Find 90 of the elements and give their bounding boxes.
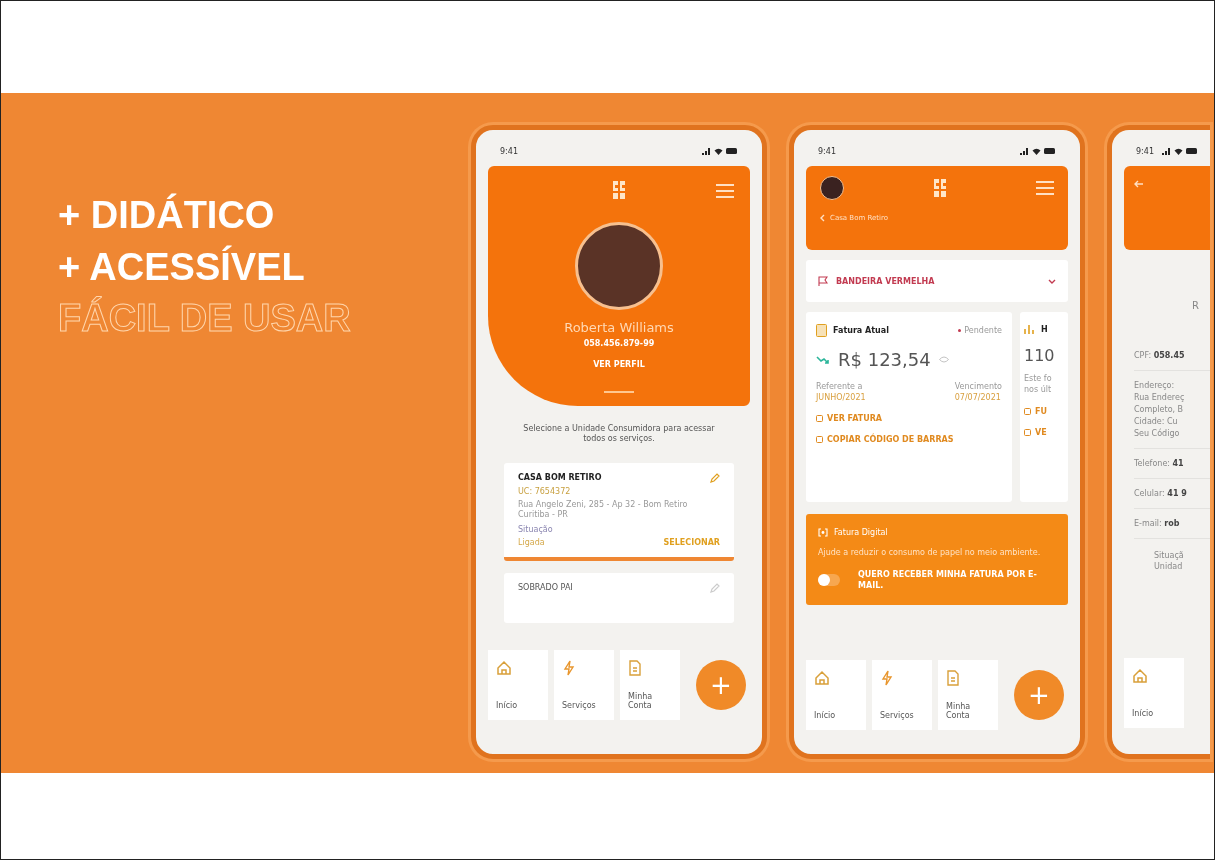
wifi-icon [1032,147,1041,155]
nav-tab[interactable]: Minha Conta [938,660,998,730]
logo-icon [933,178,947,198]
card-link[interactable]: COPIAR CÓDIGO DE BARRAS [816,435,954,444]
field-text: Telefone: 41 [1134,459,1185,468]
field-text: Rua Endereç [1134,393,1186,402]
date-label: Vencimento [954,382,1002,391]
menu-icon [716,184,734,198]
panel-text: Ajude a reduzir o consumo de papel no meio ambiente. [818,547,1042,559]
lightning-bolt-icon [880,670,894,686]
date-value: JUNHO/2021 [816,393,866,402]
card-link[interactable]: VE [1024,428,1047,438]
card-title: Fatura Atual [833,326,889,335]
field-text: Completo, B [1134,405,1185,414]
card-link[interactable]: FU [1024,407,1047,417]
flag-icon [818,276,828,286]
headline-text: + DIDÁTICO [58,193,275,238]
note-text: Unidad [1154,562,1184,571]
card-link[interactable]: VER FATURA [816,414,883,423]
document-icon [628,660,642,676]
status-value: Ligada [518,537,545,547]
chevron-down-icon [1048,278,1056,284]
unit-card[interactable]: SOBRADO PAI [504,572,734,623]
field-text: Seu Código [1134,429,1181,438]
date-label: Referente a [816,382,864,391]
unit-address: Rua Angelo Zeni, 285 - Ap 32 - Bom Retiro Curitiba - PR [518,499,689,521]
note-text: Situaçã [1154,551,1185,560]
status-time: 9:41 [818,146,836,156]
battery-icon [726,148,738,154]
logo-icon [612,180,626,200]
instruction-text: Selecione a Unidade Consumidora para acessar todos os serviços. [522,424,716,445]
battery-icon [1186,148,1198,154]
headline-text: FÁCIL DE USAR [58,296,351,342]
document-icon [946,670,960,686]
status-badge: Pendente [958,326,1002,335]
user-document: 058.456.879-99 [583,339,655,348]
alert-bar[interactable]: BANDEIRA VERMELHA [806,260,1068,302]
signal-icon [1020,147,1029,155]
toggle-label: QUERO RECEBER MINHA FATURA POR E-MAIL. [858,568,1038,591]
avatar-placeholder [820,176,844,200]
menu-icon [1036,181,1054,195]
amount-value: 110 [1024,346,1055,365]
status-label: Situação [518,524,554,534]
trend-down-icon [816,354,830,365]
card-title: H [1041,324,1048,334]
unit-code: UC: 7654372 [518,486,572,496]
eye-icon[interactable] [938,356,949,363]
nav-tab[interactable]: Minha Conta [620,650,680,720]
toggle-switch[interactable] [818,573,840,586]
alert-label: BANDEIRA VERMELHA [836,276,936,286]
chevron-left-icon [820,214,825,222]
field-text: E-mail: rob [1134,519,1181,528]
wifi-icon [1174,147,1183,155]
nav-tab[interactable]: Início [488,650,548,720]
home-icon [496,660,512,676]
pencil-icon[interactable] [710,582,720,593]
unit-card[interactable]: CASA BOM RETIRO UC: 7654372 Rua Angelo Zeni, 285 - Ap 32 - Bom Retiro Curitiba - PR Situação Ligada SELECIONAR [504,462,734,561]
field-text: Celular: 41 9 [1134,489,1188,498]
arrow-left-icon[interactable] [1134,180,1144,188]
document-icon [816,324,827,337]
user-name: Roberta Williams [564,320,674,335]
headline-text: + ACESSÍVEL [58,244,305,290]
wifi-icon [714,147,723,155]
bar-chart-icon [1024,324,1035,334]
amount-value: R$ 123,54 [838,349,931,370]
date-value: 07/07/2021 [954,393,1002,402]
battery-icon [1044,148,1056,154]
nav-tab[interactable]: Início [1124,658,1184,728]
lightning-bolt-icon [562,660,576,676]
panel-title: Fatura Digital [834,528,888,537]
field-text: Endereço: [1134,381,1176,390]
nav-tab[interactable]: Início [806,660,866,730]
status-time: 9:41 [500,146,518,156]
nav-tab[interactable]: Serviços [554,650,614,720]
status-time: 9:41 [1136,146,1154,156]
unit-name: SOBRADO PAI [518,583,573,593]
field-text: CPF: 058.45 [1134,351,1186,360]
signal-icon [702,147,711,155]
page-indicator [604,391,634,393]
nav-tab[interactable]: Serviços [872,660,932,730]
field-text: Cidade: Cu [1134,417,1179,426]
scan-icon [818,528,828,537]
card-text: Este fo nos últ [1024,373,1053,396]
home-icon [1132,668,1148,684]
profile-title: R [1192,300,1200,311]
profile-link[interactable]: VER PERFIL [593,360,645,369]
home-icon [814,670,830,686]
pencil-icon[interactable] [710,472,720,483]
signal-icon [1162,147,1171,155]
unit-name: CASA BOM RETIRO [518,473,602,483]
